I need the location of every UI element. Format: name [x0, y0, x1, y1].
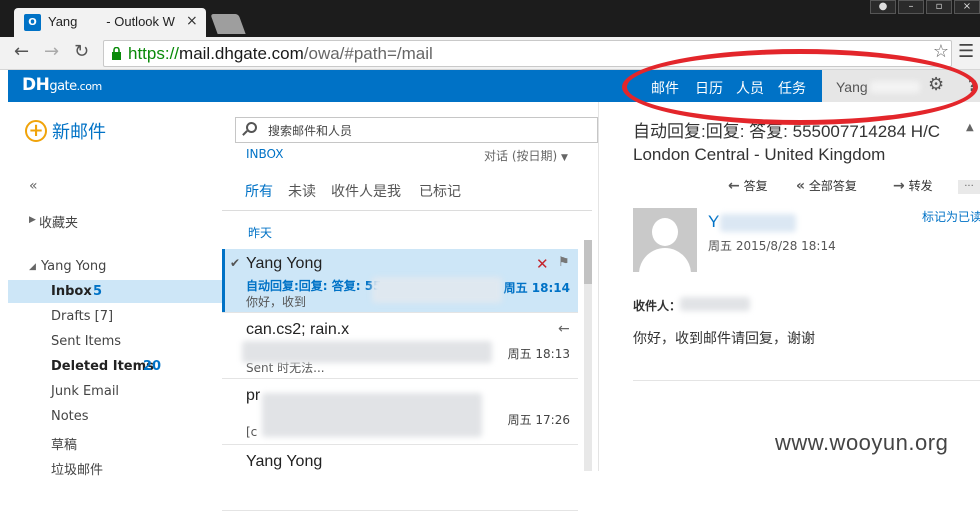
avatar-head	[652, 218, 678, 246]
message-item[interactable]: can.cs2; rain.x Sent 时无法... 周五 18:13 ←	[222, 315, 578, 379]
tab-title: Yang - Outlook W	[48, 14, 175, 29]
forward-icon[interactable]: →	[44, 41, 59, 62]
filter-all[interactable]: 所有	[245, 181, 273, 201]
chevron-down-icon: ▼	[561, 153, 568, 163]
reply-all-icon: «	[796, 178, 806, 194]
forward-button[interactable]: → 转发	[893, 177, 933, 194]
filter-flagged[interactable]: 已标记	[419, 181, 461, 201]
sender-name[interactable]: Y	[708, 212, 719, 232]
chevron-down-icon[interactable]: ◢	[29, 262, 36, 272]
message-sender: Yang Yong	[246, 255, 323, 272]
watermark: www.wooyun.org	[775, 430, 949, 455]
folder-deleted-items[interactable]: Deleted Items	[51, 359, 154, 374]
new-tab-button[interactable]	[210, 14, 246, 34]
reload-icon[interactable]: ↻	[74, 41, 89, 62]
divider	[222, 210, 592, 211]
chevron-up-icon[interactable]: ▲	[966, 122, 974, 133]
message-sender: can.cs2; rain.x	[246, 321, 350, 338]
message-preview: 你好，收到	[246, 295, 307, 309]
chevron-right-icon[interactable]: ▶	[29, 215, 36, 225]
message-preview: [c	[246, 425, 258, 439]
redaction	[720, 214, 796, 232]
folder-junk-email[interactable]: Junk Email	[51, 384, 119, 399]
search-placeholder: 搜索邮件和人员	[268, 124, 353, 138]
new-mail-button[interactable]: 新邮件	[52, 118, 106, 144]
close-window-button[interactable]: ×	[954, 0, 980, 14]
minimize-button[interactable]: –	[898, 0, 924, 14]
message-item[interactable]: ✔ Yang Yong 自动回复:回复: 答复: 55 你好，收到 周五 18:…	[222, 249, 578, 313]
favorites-header[interactable]: 收藏夹	[39, 212, 78, 231]
folder-notes[interactable]: Notes	[51, 409, 89, 424]
delete-icon[interactable]: ✕	[536, 255, 549, 273]
message-item[interactable]: Yang Yong	[222, 447, 578, 511]
url-text: https://mail.dhgate.com/owa/#path=/mail	[128, 44, 433, 63]
message-subject: 自动回复:回复: 答复: 55	[246, 279, 382, 293]
bookmark-star-icon[interactable]: ☆	[933, 41, 949, 62]
message-body: 你好，收到邮件请回复，谢谢	[633, 331, 815, 347]
to-label: 收件人：	[633, 299, 682, 313]
more-options-button[interactable]: ...	[958, 179, 980, 194]
dhgate-logo: DHgate.com	[22, 75, 102, 95]
avatar-body	[639, 248, 691, 272]
message-time: 周五 18:13	[507, 347, 570, 361]
scrollbar-thumb[interactable]	[584, 240, 592, 284]
divider	[598, 102, 599, 471]
filter-to-me[interactable]: 收件人是我	[331, 181, 401, 201]
reply-all-button[interactable]: « 全部答复	[796, 177, 857, 194]
selection-bar	[222, 249, 225, 312]
search-icon-handle	[242, 130, 248, 136]
browser-tab[interactable]: O Yang - Outlook W ×	[14, 8, 206, 37]
redaction	[372, 277, 502, 303]
avatar	[633, 208, 697, 272]
mark-read-link[interactable]: 标记为已读	[922, 208, 980, 225]
message-sender: Yang Yong	[246, 453, 323, 470]
flag-icon[interactable]: ⚑	[558, 255, 570, 270]
reply-icon: ←	[728, 178, 740, 194]
maximize-button[interactable]: ▫	[926, 0, 952, 14]
outlook-icon: O	[24, 14, 41, 31]
folder-junk-cn[interactable]: 垃圾邮件	[51, 459, 103, 478]
sent-date: 周五 2015/8/28 18:14	[708, 239, 836, 253]
forward-icon: →	[893, 178, 905, 194]
current-folder-label: INBOX	[246, 147, 284, 161]
close-icon[interactable]: ×	[186, 13, 198, 29]
message-sender: pr	[246, 387, 261, 404]
folder-sent-items[interactable]: Sent Items	[51, 334, 121, 349]
menu-icon[interactable]: ☰	[958, 41, 974, 62]
reading-subject: 自动回复:回复: 答复: 555007714284 H/C London Cen…	[633, 122, 941, 164]
checkmark-icon[interactable]: ✔	[230, 256, 240, 270]
lock-icon	[112, 47, 121, 60]
folder-drafts-cn[interactable]: 草稿	[51, 434, 77, 453]
message-time: 周五 17:26	[507, 413, 570, 427]
redaction	[680, 297, 750, 311]
deleted-unread-count: 20	[143, 359, 162, 374]
filter-unread[interactable]: 未读	[288, 181, 316, 201]
divider	[633, 380, 980, 381]
message-item[interactable]: pr [c 周五 17:26	[222, 381, 578, 445]
back-icon[interactable]: ←	[14, 41, 29, 62]
plus-icon[interactable]: +	[25, 120, 47, 142]
folder-drafts[interactable]: Drafts [7]	[51, 309, 113, 324]
collapse-pane-icon[interactable]: «	[29, 178, 38, 194]
red-annotation-ellipse	[622, 49, 978, 125]
message-time: 周五 18:14	[503, 281, 570, 295]
redaction	[242, 341, 492, 363]
browser-tabbar: O Yang - Outlook W × ● – ▫ ×	[0, 0, 980, 37]
folder-inbox[interactable]: Inbox	[51, 284, 92, 299]
reply-button[interactable]: ← 答复	[728, 177, 768, 194]
inbox-unread-count: 5	[93, 284, 103, 299]
date-group-header: 昨天	[248, 226, 273, 240]
window-controls: ● – ▫ ×	[868, 0, 980, 14]
search-input[interactable]: 搜索邮件和人员	[235, 117, 598, 143]
user-icon[interactable]: ●	[870, 0, 896, 14]
sort-dropdown[interactable]: 对话 (按日期) ▼	[484, 147, 568, 164]
replied-icon: ←	[558, 321, 570, 337]
selected-folder-highlight	[8, 280, 224, 303]
account-header[interactable]: Yang Yong	[41, 259, 106, 274]
redaction	[262, 393, 482, 437]
